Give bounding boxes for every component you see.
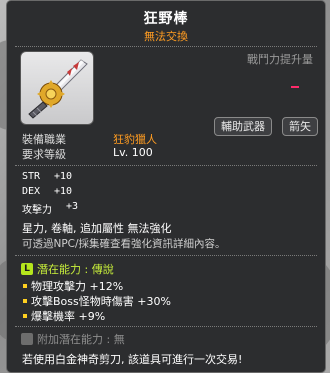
potential-title: 潛在能力 : 傳說 (37, 263, 114, 276)
trade-status: 無法交換 (144, 30, 188, 43)
additional-potential-title: 附加潛在能力 : 無 (37, 333, 125, 346)
level-value: Lv. 100 (113, 146, 153, 159)
job-label: 裝備職業 (22, 133, 66, 146)
legendary-grade-icon: L (21, 263, 33, 275)
item-tooltip: 狂野棒 無法交換 戰鬥力提升量 裝備職業 狂豹獵人 要求等級 Lv. 100 輔… (6, 0, 326, 373)
potential-line: 物理攻擊力 +12% (31, 280, 124, 293)
bullet-icon (23, 314, 27, 318)
tag-arrow: 箭矢 (282, 117, 318, 136)
bullet-icon (23, 284, 27, 288)
job-value: 狂豹獵人 (113, 133, 157, 146)
stat-name: STR (22, 171, 41, 182)
stat-value: +3 (66, 201, 79, 212)
additional-potential-icon (21, 333, 33, 345)
tag-secondary-weapon: 輔助武器 (214, 117, 272, 136)
scissors-trade-notice: 若使用白金神奇剪刀, 該道具可進行一次交易! (22, 353, 243, 366)
stat-row: DEX +10 (22, 186, 72, 197)
stat-value: +10 (54, 171, 73, 182)
stat-value: +10 (54, 186, 73, 197)
stat-name: DEX (22, 186, 41, 197)
level-label: 要求等級 (22, 148, 66, 161)
potential-line: 爆擊機率 +9% (31, 310, 106, 323)
item-name: 狂野棒 (143, 11, 189, 27)
wild-arrow-icon (28, 59, 88, 119)
bullet-icon (23, 299, 27, 303)
power-change-indicator (291, 86, 299, 88)
potential-line: 攻擊Boss怪物時傷害 +30% (31, 295, 171, 308)
divider (15, 255, 317, 256)
divider (15, 46, 317, 47)
stat-name: 攻擊力 (22, 205, 52, 216)
item-icon-frame[interactable] (20, 51, 94, 125)
stat-row: 攻擊力 +3 (22, 201, 78, 216)
stat-row: STR +10 (22, 171, 72, 182)
divider (15, 165, 317, 166)
enhance-restriction-text: 星力, 卷軸, 追加屬性 無法強化 (22, 222, 172, 235)
power-increase-label: 戰鬥力提升量 (247, 53, 313, 66)
enhance-info-text: 可透過NPC/採集確查看強化資訊詳細內容。 (22, 238, 226, 250)
divider (15, 326, 317, 327)
